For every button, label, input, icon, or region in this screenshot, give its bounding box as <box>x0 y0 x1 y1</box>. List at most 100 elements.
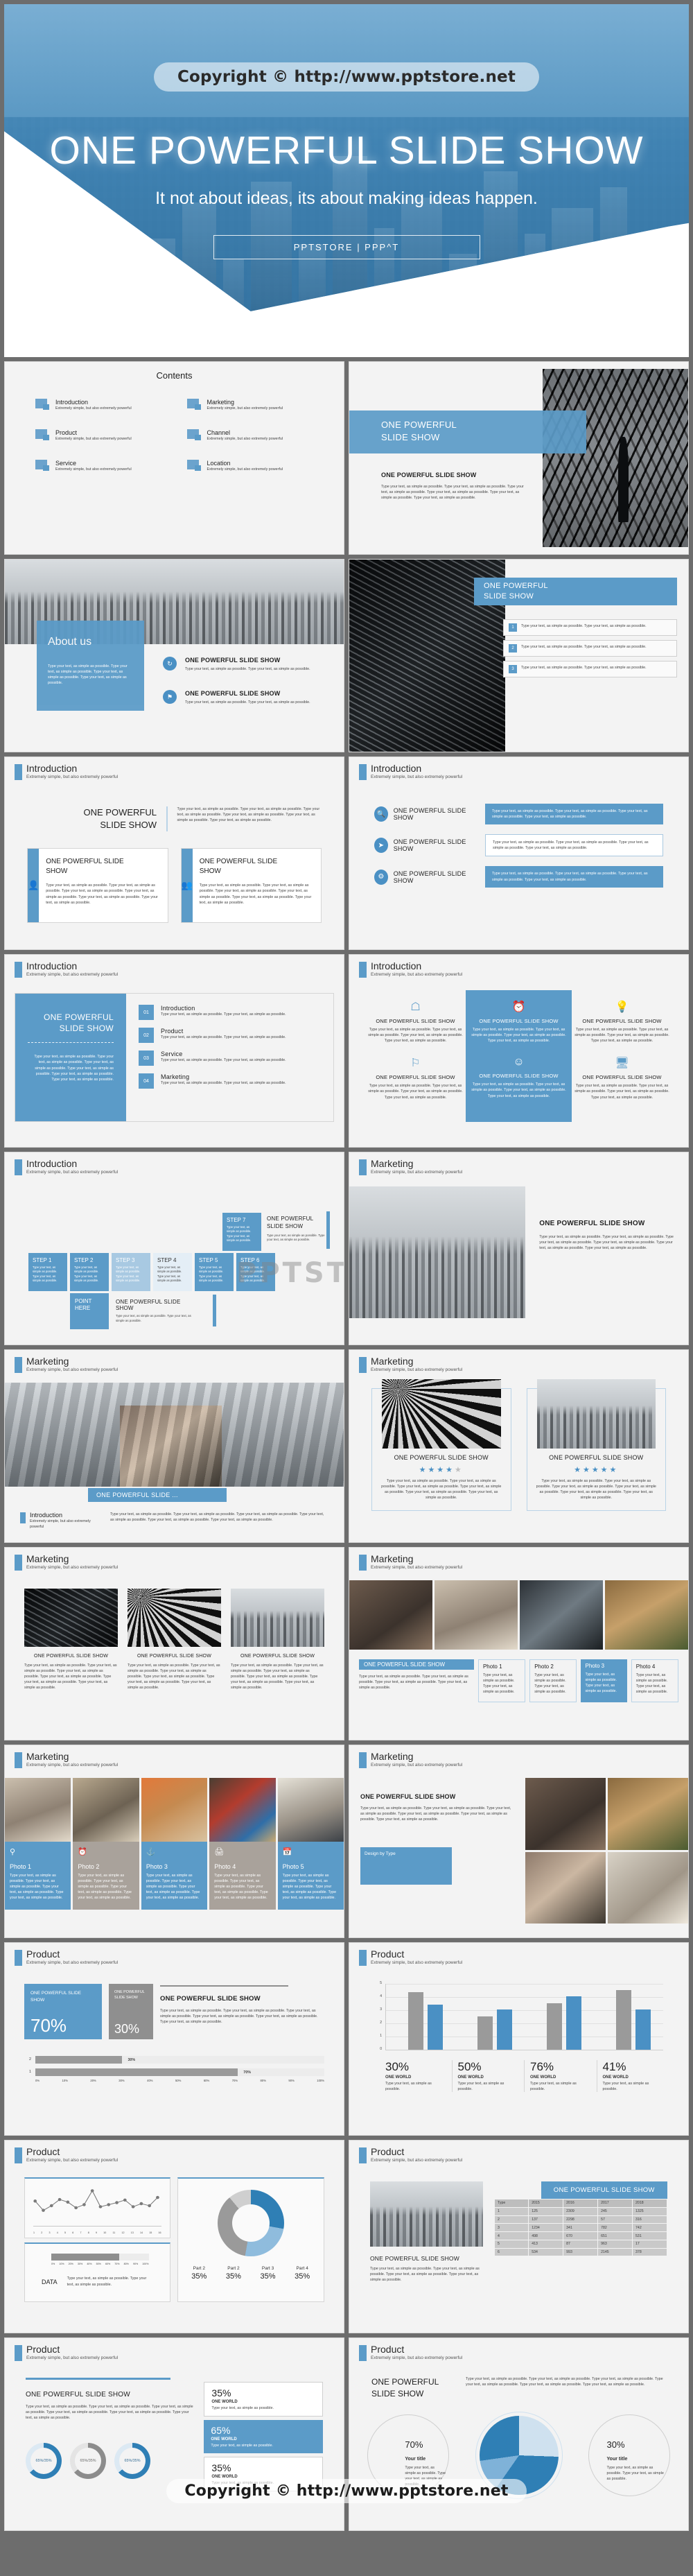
slide-product-bars[interactable]: Product Extremely simple, but also extre… <box>349 1942 689 2136</box>
step-tile[interactable]: STEP 3 Type your text, as simple as poss… <box>112 1253 150 1291</box>
contents-item-product[interactable]: Product Extremely simple, but also extre… <box>35 429 162 442</box>
step-tile[interactable]: STEP 4 Type your text, as simple as poss… <box>153 1253 192 1291</box>
slide-introduction-iconbars[interactable]: Introduction Extremely simple, but also … <box>349 757 689 950</box>
photo-tile[interactable]: Photo 3 Type your text, as simple as pos… <box>581 1659 627 1702</box>
numbered-item[interactable]: 02 Product Type your text, as simple as … <box>139 1028 321 1043</box>
point-here-tile[interactable]: POINT HERE <box>70 1293 109 1329</box>
section-title: Introduction <box>371 960 422 971</box>
slide-product-table[interactable]: Product Extremely simple, but also extre… <box>349 2140 689 2333</box>
table-cell: 651 <box>597 2231 633 2240</box>
contents-item-service[interactable]: Service Extremely simple, but also extre… <box>35 460 162 472</box>
slide-product-pie[interactable]: Product Extremely simple, but also extre… <box>349 2337 689 2531</box>
review-card[interactable]: ONE POWERFUL SLIDE SHOW ★★★★★ Type your … <box>526 1379 666 1512</box>
photo-tile[interactable]: Photo 2 Type your text, as simple as pos… <box>529 1659 577 1702</box>
slide-marketing-banner[interactable]: Marketing Extremely simple, but also ext… <box>4 1349 344 1543</box>
icon-cell[interactable]: 🖥 ONE POWERFUL SLIDE SHOW Type your text… <box>572 1056 672 1100</box>
slide-contents[interactable]: Contents Introduction Extremely simple, … <box>4 361 344 555</box>
step-tile[interactable]: STEP 7 Type your text, as simple as poss… <box>222 1213 261 1251</box>
photo-card[interactable]: ONE POWERFUL SLIDE SHOW Type your text, … <box>231 1589 324 1691</box>
numbered-item[interactable]: 01 Introduction Type your text, as simpl… <box>139 1005 321 1020</box>
stat-block: 41% ONE WORLD Type your text, as simple … <box>597 2060 664 2092</box>
number-badge: 01 <box>139 1005 154 1020</box>
header-accent-bar <box>359 2345 367 2361</box>
contents-item-marketing[interactable]: Marketing Extremely simple, but also ext… <box>186 399 314 411</box>
contents-item-introduction[interactable]: Introduction Extremely simple, but also … <box>35 399 162 411</box>
slide-marketing-city[interactable]: Marketing Extremely simple, but also ext… <box>349 1152 689 1345</box>
table-col-header: 2016 <box>563 2199 599 2208</box>
slide-marketing-collage[interactable]: Marketing Extremely simple, but also ext… <box>349 1745 689 1938</box>
contents-item-location[interactable]: Location Extremely simple, but also extr… <box>186 460 314 472</box>
data-label: DATA <box>42 2278 58 2285</box>
pie-side-right: 30% Your title Type your text, as simple… <box>588 2414 670 2496</box>
rating-stars[interactable]: ★★★★★ <box>536 1465 658 1474</box>
slide-marketing-photos4[interactable]: Marketing Extremely simple, but also ext… <box>349 1547 689 1740</box>
stat-tile-value: 70% <box>30 2015 67 2036</box>
photo-panel[interactable]: 🖨 Photo 4 Type your text, as simple as p… <box>209 1842 276 1910</box>
photo-card[interactable]: ONE POWERFUL SLIDE SHOW Type your text, … <box>128 1589 221 1691</box>
slide-marketing-reviews[interactable]: Marketing Extremely simple, but also ext… <box>349 1349 689 1543</box>
design-tile[interactable]: Design by Type <box>360 1847 452 1885</box>
slide-section-intro[interactable]: ONE POWERFUL SLIDE SHOW ONE POWERFUL SLID… <box>349 361 689 555</box>
stat-card[interactable]: 35% ONE WORLD Type your text, as simple … <box>204 2457 323 2492</box>
icon-cell[interactable]: ☺ ONE POWERFUL SLIDE SHOW Type your text… <box>469 1056 568 1100</box>
stat-tile-primary[interactable]: ONE POWERFUL SLIDE SHOW 70% <box>24 1984 102 2039</box>
numbered-item[interactable]: 03 Service Type your text, as simple as … <box>139 1051 321 1066</box>
list-item[interactable]: 1 Type your text, as simple as possible.… <box>503 619 677 636</box>
icon-row[interactable]: ⚙ ONE POWERFUL SLIDE SHOW Type your text… <box>374 866 663 888</box>
contents-item-sub: Extremely simple, but also extremely pow… <box>55 467 132 472</box>
slide-product-line-donut[interactable]: Product Extremely simple, but also extre… <box>4 2140 344 2333</box>
step-tile[interactable]: STEP 1 Type your text, as simple as poss… <box>28 1253 67 1291</box>
data-table[interactable]: Type 2015 2016 2017 2018 1 125 2309 245 … <box>494 2199 667 2257</box>
section-subtitle: Extremely simple, but also extremely pow… <box>371 2355 463 2360</box>
slide-product-gauges[interactable]: Product Extremely simple, but also extre… <box>4 2337 344 2531</box>
stat-value: 50% <box>457 2060 482 2073</box>
slide-marketing-photos5[interactable]: Marketing Extremely simple, but also ext… <box>4 1745 344 1938</box>
y-tick: 3 <box>380 2007 382 2012</box>
slide-product-7030[interactable]: Product Extremely simple, but also extre… <box>4 1942 344 2136</box>
slide-introduction-icongrid[interactable]: Introduction Extremely simple, but also … <box>349 954 689 1148</box>
donut-value: 35% <box>191 2272 207 2281</box>
icon-cell[interactable]: ⚐ ONE POWERFUL SLIDE SHOW Type your text… <box>366 1056 465 1100</box>
contents-item-channel[interactable]: Channel Extremely simple, but also extre… <box>186 429 314 442</box>
icon-cell[interactable]: ⏰ ONE POWERFUL SLIDE SHOW Type your text… <box>469 1000 568 1044</box>
slide-section-intro-2[interactable]: ONE POWERFUL SLIDE SHOW 1 Type your text,… <box>349 559 689 752</box>
stat-tile-secondary[interactable]: ONE POWERFUL SLIDE SHOW 30% <box>109 1984 153 2039</box>
list-item[interactable]: 3 Type your text, as simple as possible.… <box>503 661 677 677</box>
stat-text: Type your text, as simple as possible. <box>530 2082 577 2092</box>
feature-card[interactable]: 👤 ONE POWERFUL SLIDE SHOW Type your text,… <box>27 848 168 924</box>
marketing-title: ONE POWERFUL SLIDE SHOW <box>539 1220 645 1227</box>
gauges-text: Type your text, as simple as possible. T… <box>26 2404 193 2420</box>
step-tile[interactable]: STEP 5 Type your text, as simple as poss… <box>195 1253 234 1291</box>
slide-introduction-steps[interactable]: Introduction Extremely simple, but also … <box>4 1152 344 1345</box>
step-tile[interactable]: STEP 2 Type your text, as simple as poss… <box>70 1253 109 1291</box>
photo-panel[interactable]: ⚲ Photo 1 Type your text, as simple as p… <box>5 1842 71 1910</box>
list-item[interactable]: 2 Type your text, as simple as possible.… <box>503 640 677 657</box>
photo-tile-text: Type your text, as simple as possible. T… <box>585 1672 617 1694</box>
review-card[interactable]: ONE POWERFUL SLIDE SHOW ★★★★★ Type your … <box>371 1379 511 1512</box>
photo-panel[interactable]: 📅 Photo 5 Type your text, as simple as p… <box>277 1842 344 1910</box>
slide-introduction-cards[interactable]: Introduction Extremely simple, but also … <box>4 757 344 950</box>
icon-row[interactable]: ➤ ONE POWERFUL SLIDE SHOW Type your text… <box>374 834 663 857</box>
table-row: 5 413 87 963 17 <box>494 2239 667 2249</box>
slide-introduction-numbered[interactable]: Introduction Extremely simple, but also … <box>4 954 344 1148</box>
header-accent-bar <box>15 1555 22 1571</box>
photo-card[interactable]: ONE POWERFUL SLIDE SHOW Type your text, … <box>24 1589 118 1691</box>
photo-tile[interactable]: Photo 1 Type your text, as simple as pos… <box>477 1659 526 1702</box>
icon-cell[interactable]: ☖ ONE POWERFUL SLIDE SHOW Type your text… <box>366 1000 465 1044</box>
slide-about-us[interactable]: About us Type your text, as simple as po… <box>4 559 344 752</box>
photo-panel[interactable]: ⚓ Photo 3 Type your text, as simple as p… <box>141 1842 208 1910</box>
photo-panel[interactable]: ⏰ Photo 2 Type your text, as simple as p… <box>73 1842 139 1910</box>
stat-card-active[interactable]: 65% ONE WORLD Type your text, as simple … <box>204 2420 323 2454</box>
step-tile[interactable]: STEP 6 Type your text, as simple as poss… <box>236 1253 275 1291</box>
step-label: STEP 1 <box>33 1257 52 1263</box>
stat-card[interactable]: 35% ONE WORLD Type your text, as simple … <box>204 2382 323 2417</box>
slide-marketing-three[interactable]: Marketing Extremely simple, but also ext… <box>4 1547 344 1740</box>
x-tick: 20% <box>68 2263 73 2265</box>
icon-row[interactable]: 🔍 ONE POWERFUL SLIDE SHOW Type your text… <box>374 804 663 825</box>
rating-stars[interactable]: ★★★★★ <box>380 1465 502 1474</box>
icon-cell[interactable]: 💡 ONE POWERFUL SLIDE SHOW Type your text… <box>572 1000 672 1044</box>
feature-card[interactable]: 👥 ONE POWERFUL SLIDE SHOW Type your text,… <box>180 848 322 924</box>
numbered-item[interactable]: 04 Marketing Type your text, as simple a… <box>139 1073 321 1089</box>
icon-cell-title: ONE POWERFUL SLIDE SHOW <box>376 1074 455 1081</box>
photo-tile[interactable]: Photo 4 Type your text, as simple as pos… <box>631 1659 679 1702</box>
